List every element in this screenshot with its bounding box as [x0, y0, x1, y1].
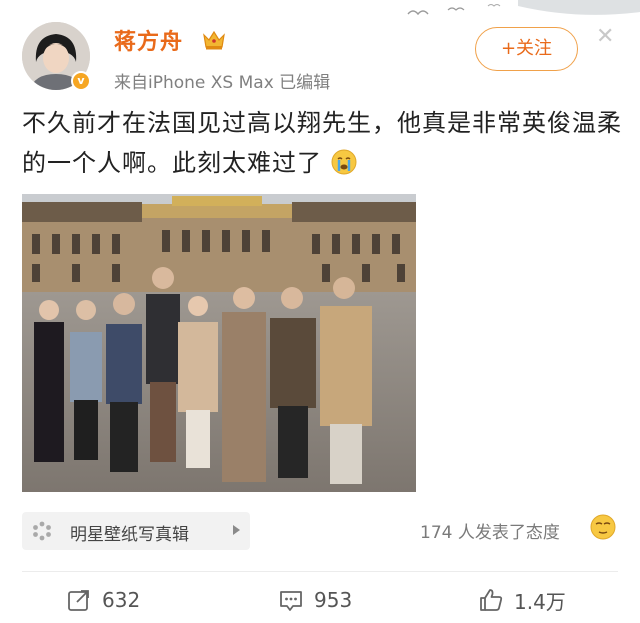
- comment-count: 953: [314, 588, 353, 612]
- group-photo-image: [22, 194, 416, 492]
- post-photo[interactable]: [22, 194, 416, 492]
- topic-label: 明星壁纸写真辑: [70, 525, 189, 545]
- chevron-right-icon: [233, 525, 240, 535]
- username[interactable]: 蒋方舟: [114, 24, 183, 56]
- post-source: 来自iPhone XS Max 已编辑: [114, 73, 331, 93]
- comment-button[interactable]: 953: [278, 584, 352, 616]
- decorative-birds-image: [407, 0, 640, 16]
- divider: [22, 571, 618, 572]
- post-body: 不久前才在法国见过高以翔先生，他真是非常英俊温柔的一个人啊。此刻太难过了: [22, 109, 622, 177]
- thumbs-up-icon: [480, 589, 503, 611]
- repost-icon: [68, 590, 89, 611]
- like-count: 1.4万: [514, 589, 566, 614]
- crying-face-icon: [331, 149, 357, 175]
- repost-count: 632: [102, 588, 141, 612]
- comment-icon: [280, 591, 302, 611]
- crown-icon: [203, 30, 225, 50]
- verified-badge-icon: v: [71, 71, 91, 91]
- topic-asterisk-icon: [33, 521, 51, 541]
- topic-chip[interactable]: 明星壁纸写真辑: [22, 512, 250, 550]
- repost-button[interactable]: 632: [66, 584, 140, 616]
- post-text: 不久前才在法国见过高以翔先生，他真是非常英俊温柔的一个人啊。此刻太难过了: [22, 103, 622, 183]
- reactions-summary[interactable]: 174 人发表了态度: [420, 518, 560, 543]
- follow-button[interactable]: +关注: [475, 27, 578, 71]
- close-icon[interactable]: ✕: [596, 26, 614, 48]
- like-button[interactable]: 1.4万: [478, 584, 566, 616]
- smirk-face-icon: [590, 514, 616, 540]
